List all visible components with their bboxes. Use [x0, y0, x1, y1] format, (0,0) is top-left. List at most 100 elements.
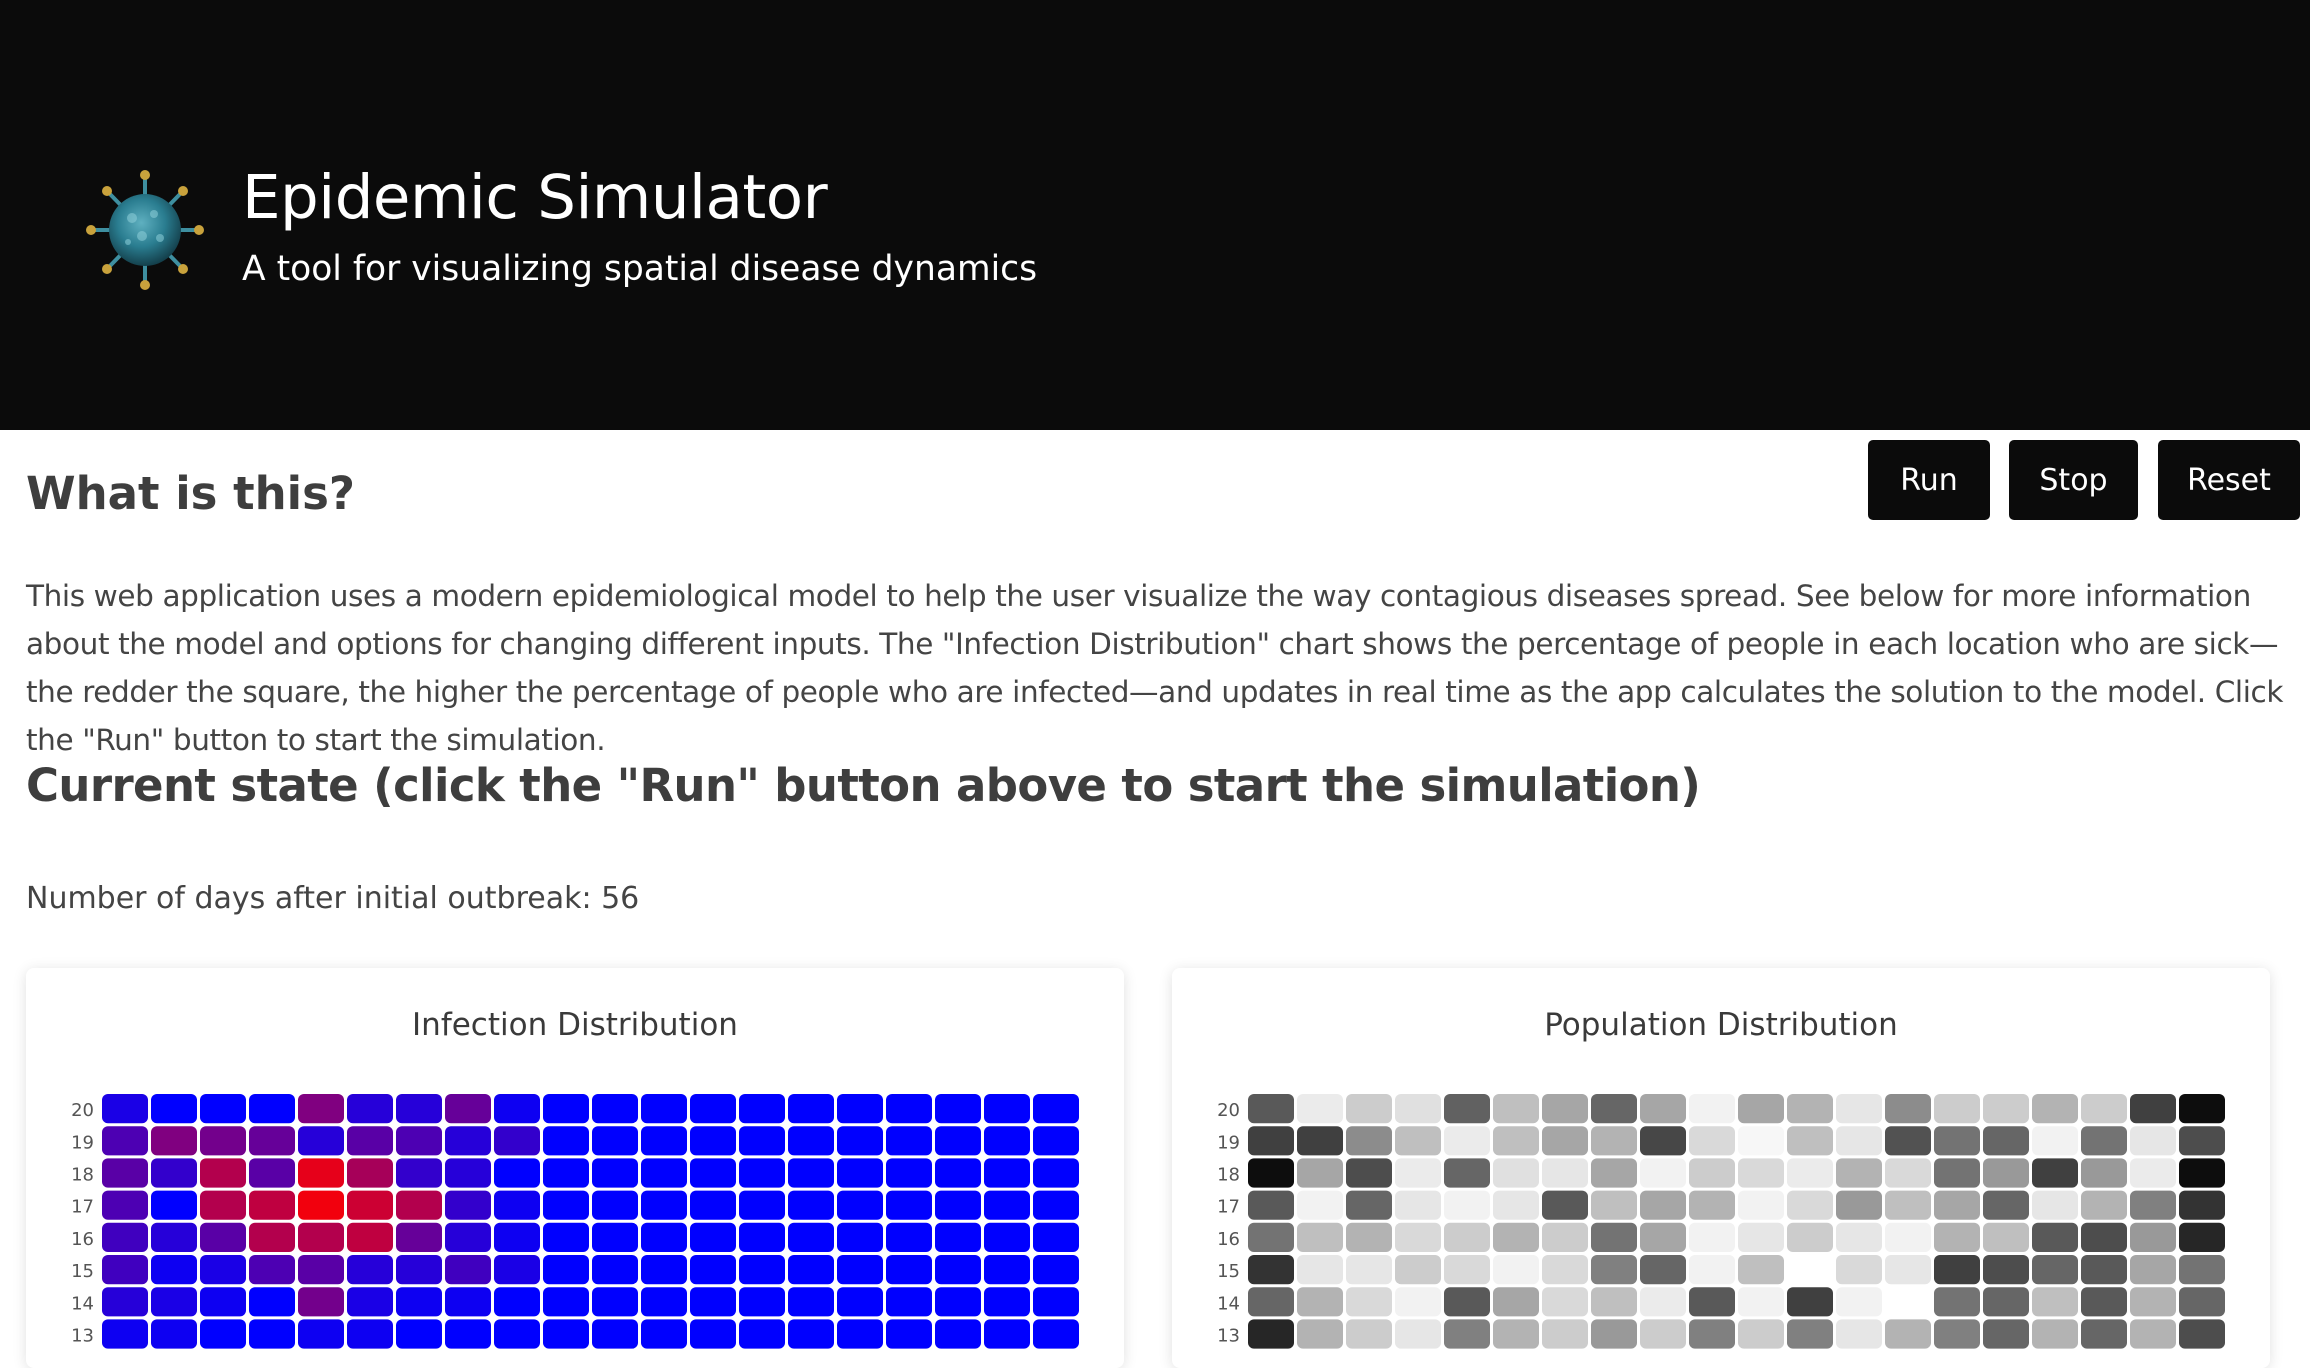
virus-icon — [86, 170, 204, 290]
population-heatmap-cell — [1640, 1222, 1686, 1252]
infection-heatmap-cell — [592, 1222, 638, 1252]
population-heatmap-cell — [1836, 1190, 1882, 1220]
population-heatmap-cell — [1542, 1094, 1588, 1124]
infection-heatmap-cell — [837, 1190, 883, 1220]
population-heatmap-cell — [2081, 1255, 2127, 1285]
population-heatmap-cell — [1297, 1158, 1343, 1188]
population-heatmap-cell — [1885, 1094, 1931, 1124]
infection-heatmap-cell — [200, 1158, 246, 1188]
population-y-tick-label: 19 — [1217, 1132, 1240, 1153]
run-button[interactable]: Run — [1868, 440, 1990, 520]
population-heatmap-cell — [2179, 1255, 2225, 1285]
stop-button[interactable]: Stop — [2009, 440, 2138, 520]
infection-heatmap-cell — [298, 1287, 344, 1317]
population-heatmap-cell — [1248, 1094, 1294, 1124]
population-heatmap-cell — [1738, 1319, 1784, 1349]
population-heatmap-cell — [1395, 1126, 1441, 1156]
infection-heatmap-cell — [543, 1287, 589, 1317]
infection-heatmap-cell — [1033, 1094, 1079, 1124]
reset-button[interactable]: Reset — [2158, 440, 2300, 520]
infection-heatmap-cell — [396, 1222, 442, 1252]
infection-heatmap-cell — [151, 1158, 197, 1188]
infection-heatmap-cell — [347, 1158, 393, 1188]
infection-heatmap-cell — [739, 1158, 785, 1188]
population-heatmap-cell — [1248, 1319, 1294, 1349]
population-heatmap-cell — [2179, 1190, 2225, 1220]
infection-heatmap-cell — [592, 1287, 638, 1317]
population-heatmap-cell — [1493, 1222, 1539, 1252]
population-heatmap-cell — [1738, 1190, 1784, 1220]
infection-heatmap-cell — [298, 1094, 344, 1124]
infection-heatmap-cell — [641, 1319, 687, 1349]
infection-heatmap-cell — [543, 1319, 589, 1349]
infection-heatmap-cell — [543, 1126, 589, 1156]
infection-heatmap-cell — [592, 1158, 638, 1188]
infection-heatmap-cell — [935, 1158, 981, 1188]
infection-heatmap-cell — [837, 1255, 883, 1285]
infection-heatmap-cell — [592, 1319, 638, 1349]
population-heatmap-cell — [2130, 1158, 2176, 1188]
population-heatmap-cell — [1836, 1126, 1882, 1156]
intro-heading: What is this? — [26, 467, 355, 520]
infection-heatmap-cell — [935, 1190, 981, 1220]
infection-heatmap-cell — [592, 1255, 638, 1285]
infection-heatmap-cell — [935, 1319, 981, 1349]
population-heatmap-cell — [1542, 1255, 1588, 1285]
population-heatmap-cell — [1640, 1094, 1686, 1124]
infection-heatmap-cell — [984, 1255, 1030, 1285]
infection-heatmap-cell — [298, 1255, 344, 1285]
population-heatmap-cell — [1395, 1287, 1441, 1317]
population-heatmap-cell — [1395, 1158, 1441, 1188]
infection-heatmap-cell — [837, 1287, 883, 1317]
infection-heatmap-cell — [102, 1190, 148, 1220]
app-subtitle: A tool for visualizing spatial disease d… — [242, 249, 1038, 289]
infection-heatmap-cell — [739, 1190, 785, 1220]
infection-heatmap-cell — [249, 1255, 295, 1285]
infection-heatmap-cell — [151, 1222, 197, 1252]
infection-heatmap-cell — [494, 1287, 540, 1317]
population-heatmap-cell — [1934, 1319, 1980, 1349]
population-heatmap-cell — [1444, 1319, 1490, 1349]
infection-heatmap-cell — [543, 1190, 589, 1220]
population-heatmap-cell — [2130, 1222, 2176, 1252]
population-heatmap-cell — [1738, 1126, 1784, 1156]
population-heatmap-cell — [1689, 1094, 1735, 1124]
infection-heatmap-cell — [935, 1126, 981, 1156]
infection-heatmap-cell — [788, 1319, 834, 1349]
infection-heatmap-cell — [102, 1222, 148, 1252]
infection-y-tick-label: 14 — [71, 1293, 94, 1314]
population-heatmap-cell — [1836, 1158, 1882, 1188]
infection-heatmap-cell — [200, 1255, 246, 1285]
population-heatmap-cell — [1395, 1190, 1441, 1220]
population-heatmap-cell — [1444, 1094, 1490, 1124]
population-heatmap-cell — [1248, 1287, 1294, 1317]
infection-heatmap-cell — [592, 1094, 638, 1124]
population-heatmap-cell — [2130, 1319, 2176, 1349]
infection-heatmap-cell — [102, 1319, 148, 1349]
population-heatmap-cell — [1542, 1222, 1588, 1252]
population-heatmap-cell — [1444, 1126, 1490, 1156]
population-heatmap-cell — [1542, 1287, 1588, 1317]
population-heatmap-cell — [1689, 1190, 1735, 1220]
population-heatmap-cell — [1248, 1158, 1294, 1188]
population-heatmap-cell — [1983, 1287, 2029, 1317]
population-y-tick-label: 13 — [1217, 1326, 1240, 1347]
population-heatmap-cell — [1934, 1255, 1980, 1285]
population-heatmap-cell — [1787, 1094, 1833, 1124]
infection-heatmap-cell — [739, 1094, 785, 1124]
infection-heatmap-cell — [837, 1126, 883, 1156]
infection-heatmap-cell — [151, 1126, 197, 1156]
infection-heatmap-cell — [886, 1287, 932, 1317]
population-heatmap-cell — [2130, 1126, 2176, 1156]
population-heatmap-cell — [1444, 1190, 1490, 1220]
population-heatmap-cell — [1640, 1287, 1686, 1317]
population-heatmap-cell — [1591, 1287, 1637, 1317]
population-heatmap-cell — [1787, 1158, 1833, 1188]
population-heatmap-cell — [2081, 1319, 2127, 1349]
population-heatmap-cell — [1787, 1287, 1833, 1317]
infection-heatmap-cell — [151, 1319, 197, 1349]
infection-heatmap-cell — [200, 1094, 246, 1124]
population-heatmap-cell — [1542, 1190, 1588, 1220]
population-heatmap-cell — [1444, 1287, 1490, 1317]
infection-heatmap-cell — [543, 1222, 589, 1252]
